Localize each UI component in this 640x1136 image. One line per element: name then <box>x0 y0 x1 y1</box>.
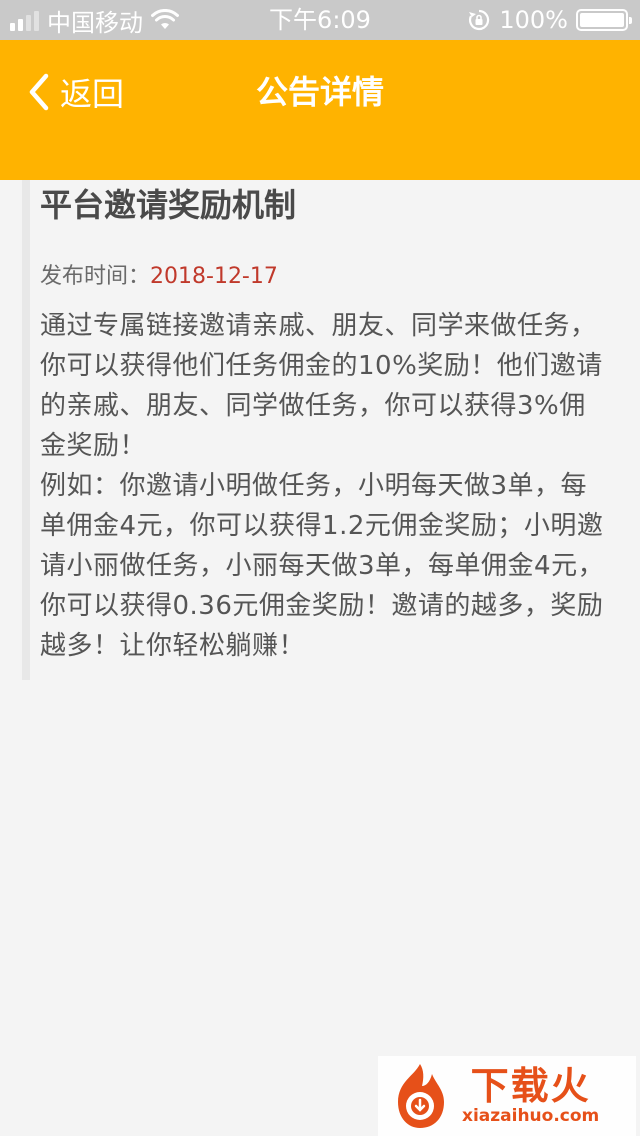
status-bar: 中国移动 下午6:09 100% <box>0 0 640 40</box>
chevron-left-icon <box>29 73 49 111</box>
publish-row: 发布时间：2018-12-17 <box>40 262 278 292</box>
battery-fill <box>580 13 624 27</box>
back-button[interactable]: 返回 <box>28 66 124 118</box>
battery-percent: 100% <box>499 6 568 34</box>
article-title: 平台邀请奖励机制 <box>40 186 297 224</box>
publish-date: 2018-12-17 <box>150 264 278 289</box>
watermark-sub: xiazaihuo.com <box>462 1106 600 1126</box>
battery-icon <box>576 9 632 31</box>
back-label: 返回 <box>60 75 125 113</box>
carrier-label: 中国移动 <box>47 8 143 37</box>
watermark: 下载火 xiazaihuo.com <box>378 1056 636 1136</box>
publish-label: 发布时间： <box>40 264 151 289</box>
watermark-text: 下载火 xiazaihuo.com <box>462 1066 599 1126</box>
watermark-main: 下载火 <box>470 1064 591 1108</box>
article-paragraph: 通过专属链接邀请亲戚、朋友、同学来做任务，你可以获得他们任务佣金的10%奖励！他… <box>40 311 603 461</box>
status-right: 100% <box>467 0 632 40</box>
article-paragraph: 例如：你邀请小明做任务，小明每天做3单，每单佣金4元，你可以获得1.2元佣金奖励… <box>40 471 605 661</box>
signal-icon <box>10 9 39 31</box>
rotation-lock-icon <box>469 9 490 31</box>
wifi-icon <box>151 9 179 29</box>
flame-logo-icon <box>398 1064 444 1128</box>
article-body: 通过专属链接邀请亲戚、朋友、同学来做任务，你可以获得他们任务佣金的10%奖励！他… <box>40 306 610 666</box>
screen: 中国移动 下午6:09 100% 返回 公告详情 平台邀请奖励机制 发布时间：2… <box>0 0 640 1136</box>
status-left: 中国移动 <box>10 0 179 40</box>
